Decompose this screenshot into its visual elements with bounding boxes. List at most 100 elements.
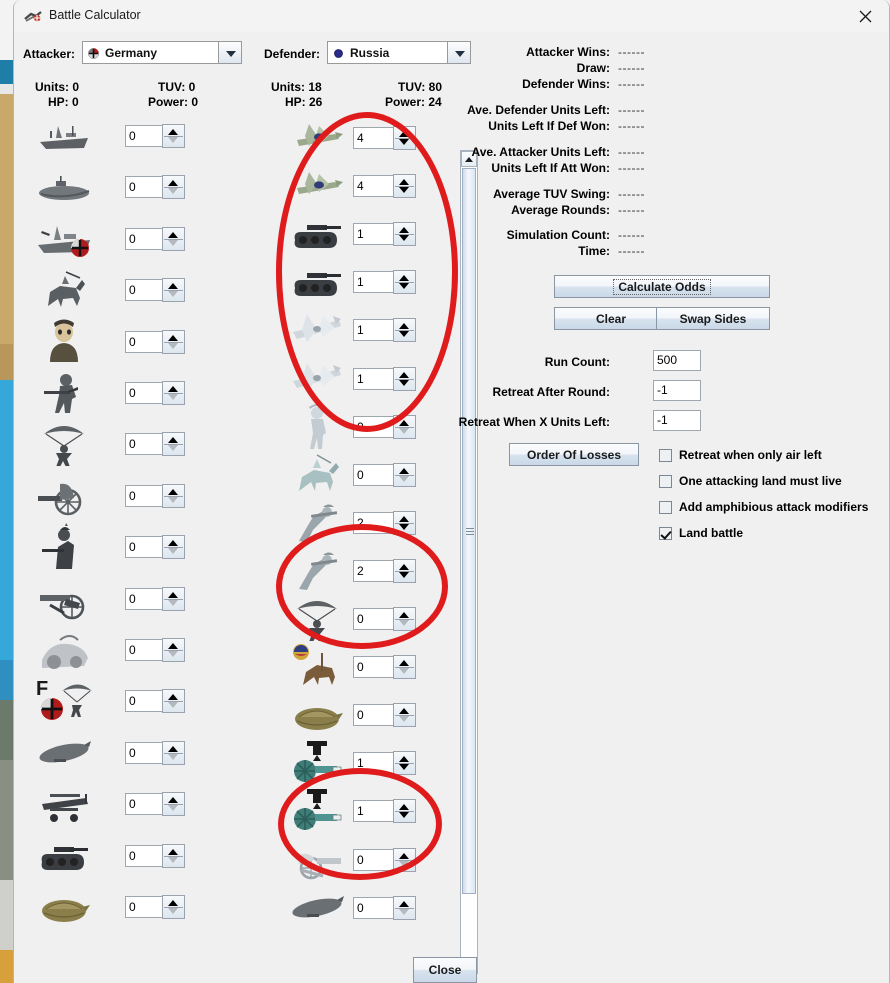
attacker_units-quantity-input[interactable]: 0 xyxy=(125,536,167,559)
stepper-up-icon xyxy=(168,231,178,238)
stepper-up-icon xyxy=(168,797,178,804)
stepper-down-icon xyxy=(399,668,409,675)
attacker_units-quantity-stepper[interactable] xyxy=(162,638,185,662)
stepper-up-icon xyxy=(168,643,178,649)
defender-list-scrollbar[interactable] xyxy=(460,150,478,974)
attacker_units-quantity-input[interactable]: 0 xyxy=(125,382,167,404)
attacker_units-quantity-stepper[interactable] xyxy=(162,226,185,251)
highlight-riflemen xyxy=(276,524,448,649)
result-label: Ave. Defender Units Left: xyxy=(467,103,610,117)
retreat-when-x-units-label: Retreat When X Units Left: xyxy=(458,415,610,429)
calculate-odds-button[interactable]: Calculate Odds xyxy=(554,275,770,298)
stepper-up-icon xyxy=(168,488,178,495)
attacker_units-quantity-stepper[interactable] xyxy=(162,381,185,405)
retreat-when-x-units-input[interactable]: -1 xyxy=(653,410,701,431)
stepper-up-icon xyxy=(168,694,178,701)
run-count-input[interactable]: 500 xyxy=(653,350,701,371)
defender_units-quantity-stepper[interactable] xyxy=(393,751,416,776)
checkbox-box[interactable] xyxy=(659,474,672,488)
checkbox-label: One attacking land must live xyxy=(679,474,842,488)
checkbox-row[interactable]: Land battle xyxy=(659,526,743,540)
attacker_units-quantity-stepper[interactable] xyxy=(162,586,185,611)
stepper-up-icon xyxy=(168,540,178,547)
attacker_units-quantity-stepper[interactable] xyxy=(162,329,185,354)
result-label: Draw: xyxy=(576,61,610,75)
retreat-after-round-input[interactable]: -1 xyxy=(653,380,701,401)
infantry-icon xyxy=(36,369,98,417)
close-window-button[interactable] xyxy=(843,0,889,31)
attacker_units-quantity-input[interactable]: 0 xyxy=(125,125,167,147)
flag-cavalry-icon xyxy=(289,643,351,691)
checkbox-label: Retreat when only air left xyxy=(679,448,822,462)
attacker_units-quantity-stepper[interactable] xyxy=(162,483,185,508)
attacker_units-quantity-stepper[interactable] xyxy=(162,792,185,817)
checkbox-box[interactable] xyxy=(659,448,672,462)
defender_units-quantity-input[interactable]: 0 xyxy=(353,463,395,486)
checkbox-row[interactable]: One attacking land must live xyxy=(659,474,842,488)
field-gun-icon xyxy=(36,472,98,520)
stepper-down-icon xyxy=(399,475,409,482)
swap-sides-button[interactable]: Swap Sides xyxy=(656,307,770,330)
attacker_units-quantity-input[interactable]: 0 xyxy=(125,433,167,456)
stepper-up-icon xyxy=(168,848,178,855)
result-value: ------ xyxy=(618,77,645,91)
attacker_units-quantity-input[interactable]: 0 xyxy=(125,330,167,353)
result-value: ------ xyxy=(618,119,645,133)
defender_units-quantity-stepper[interactable] xyxy=(393,895,416,920)
stepper-up-icon xyxy=(399,900,409,907)
machine-gunner-icon xyxy=(36,523,98,571)
attacker_units-quantity-stepper[interactable] xyxy=(162,124,185,148)
attacker_units-quantity-stepper[interactable] xyxy=(162,278,185,303)
attacker_units-quantity-stepper[interactable] xyxy=(162,843,185,868)
attacker-combo-arrow[interactable] xyxy=(218,41,242,64)
attacker_units-quantity-input[interactable]: 0 xyxy=(125,741,167,764)
attacker_units-quantity-input[interactable]: 0 xyxy=(125,176,167,199)
checkbox-row[interactable]: Retreat when only air left xyxy=(659,448,822,462)
checkbox-box[interactable] xyxy=(659,526,672,540)
attacker_units-quantity-input[interactable]: 0 xyxy=(125,690,167,713)
close-dialog-button[interactable]: Close xyxy=(413,957,477,983)
attacker_units-quantity-input[interactable]: 0 xyxy=(125,227,167,250)
chevron-down-icon xyxy=(226,51,236,57)
defender-nation-combo[interactable]: Russia xyxy=(327,41,471,64)
result-label: Simulation Count: xyxy=(506,228,610,242)
attacker-nation-combo[interactable]: Germany xyxy=(82,41,242,64)
attacker_units-quantity-input[interactable]: 0 xyxy=(125,844,167,867)
checkbox-box[interactable] xyxy=(659,500,672,514)
result-label: Units Left If Def Won: xyxy=(488,119,610,133)
attacker_units-quantity-input[interactable]: 0 xyxy=(125,639,167,661)
attacker_units-quantity-stepper[interactable] xyxy=(162,432,185,457)
attacker_units-quantity-stepper[interactable] xyxy=(162,740,185,765)
stepper-up-icon xyxy=(399,756,409,763)
attacker_units-quantity-input[interactable]: 0 xyxy=(125,279,167,302)
attacker_units-quantity-input[interactable]: 0 xyxy=(125,484,167,507)
stepper-down-icon xyxy=(168,599,178,606)
result-value: ------ xyxy=(618,203,645,217)
attacker_units-quantity-stepper[interactable] xyxy=(162,895,185,919)
cossack-cavalry-icon xyxy=(289,451,351,499)
result-label: Time: xyxy=(578,244,610,258)
attacker_units-quantity-stepper[interactable] xyxy=(162,689,185,714)
clear-button[interactable]: Clear xyxy=(554,307,668,330)
attacker_units-quantity-input[interactable]: 0 xyxy=(125,587,167,610)
defender_units-quantity-stepper[interactable] xyxy=(393,462,416,487)
cavalry-icon xyxy=(36,266,98,314)
attacker_units-quantity-input[interactable]: 0 xyxy=(125,896,167,918)
defender_units-quantity-input[interactable]: 0 xyxy=(353,704,395,727)
stepper-down-icon xyxy=(168,805,178,812)
result-value: ------ xyxy=(618,228,645,242)
submarine-icon xyxy=(36,163,98,211)
stepper-down-icon xyxy=(168,394,178,400)
attacker_units-quantity-stepper[interactable] xyxy=(162,535,185,560)
defender_units-quantity-input[interactable]: 0 xyxy=(353,896,395,919)
attacker_units-quantity-input[interactable]: 0 xyxy=(125,793,167,816)
biplane-icon xyxy=(36,780,98,828)
russia-flag-icon xyxy=(333,48,344,59)
order-of-losses-button[interactable]: Order Of Losses xyxy=(509,443,639,466)
defender_units-quantity-stepper[interactable] xyxy=(393,703,416,728)
defender_units-quantity-input[interactable]: 0 xyxy=(353,656,395,679)
defender_units-quantity-stepper[interactable] xyxy=(393,655,416,680)
scrollbar-thumb[interactable] xyxy=(462,168,476,894)
attacker_units-quantity-stepper[interactable] xyxy=(162,175,185,200)
checkbox-row[interactable]: Add amphibious attack modifiers xyxy=(659,500,868,514)
